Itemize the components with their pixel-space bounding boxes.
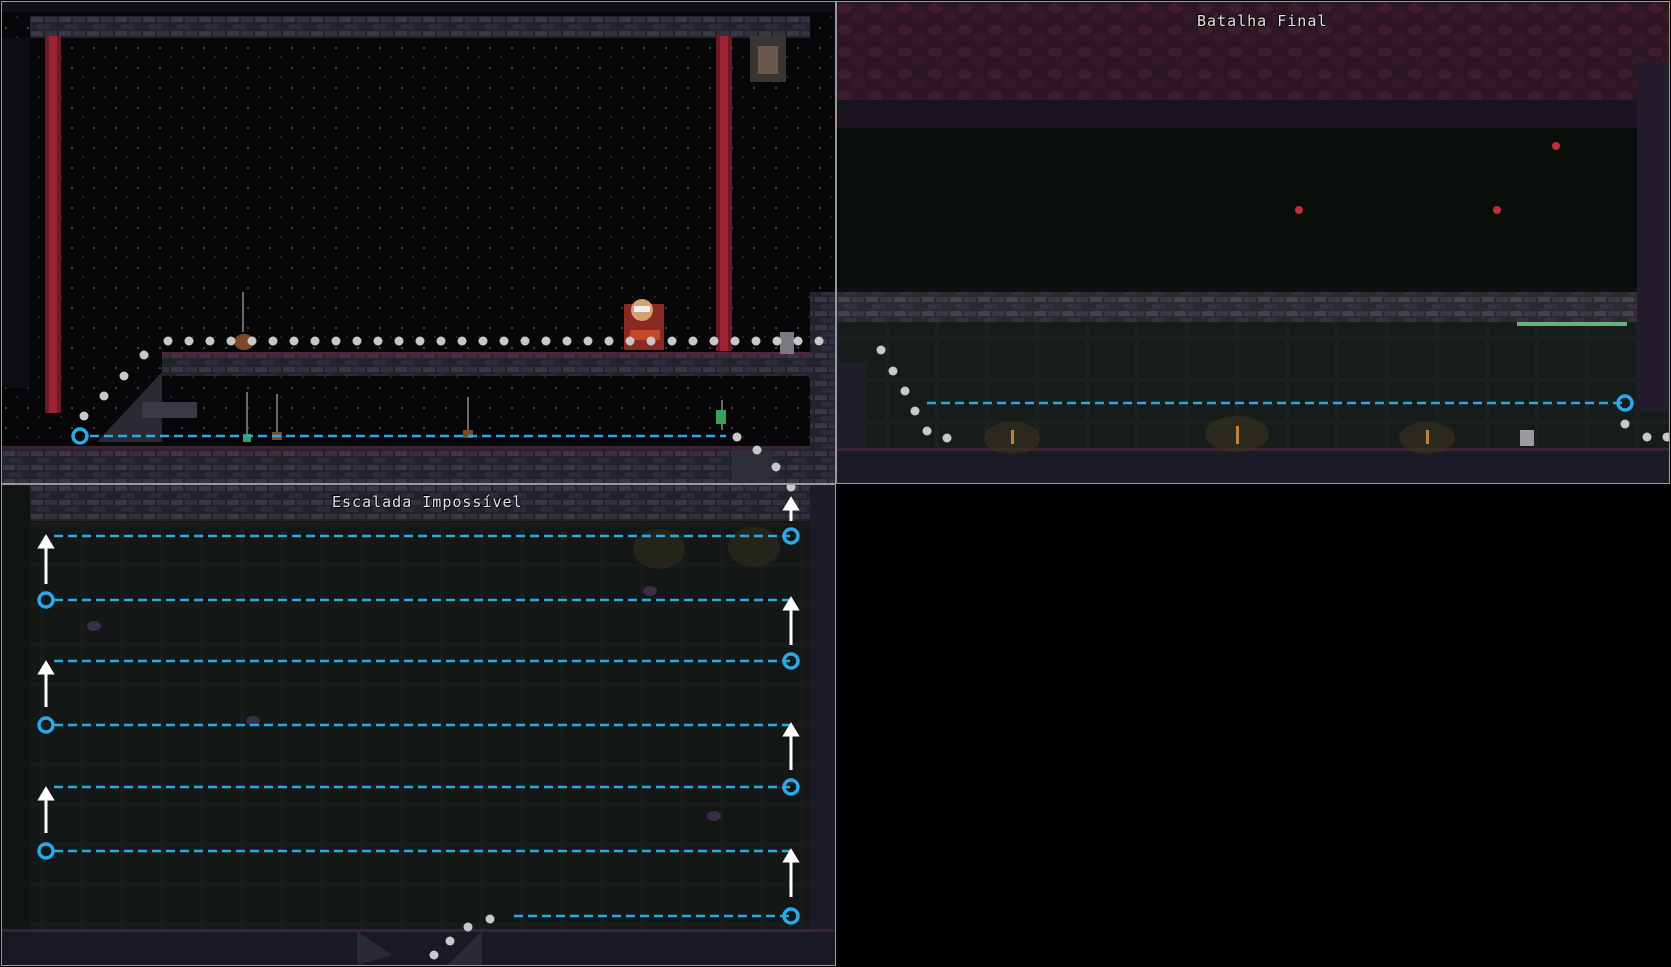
- enemy-marker: [1552, 142, 1560, 150]
- bat-icon: [643, 586, 657, 596]
- room-top-left: [1, 1, 836, 484]
- empty-area: [836, 484, 1671, 967]
- ceiling-bricks: [30, 16, 810, 38]
- room-title: Escalada Impossível: [332, 493, 523, 511]
- room-title: Batalha Final: [1197, 12, 1328, 30]
- lower-floor: [2, 448, 810, 483]
- room-top-left-map: [2, 2, 835, 483]
- room-batalha-final-map: [837, 2, 1669, 483]
- bat-icon: [707, 811, 721, 821]
- middle-brick-band: [837, 292, 1669, 322]
- room-escalada-impossivel: Escalada Impossível: [1, 484, 836, 966]
- upper-floor: [162, 354, 810, 376]
- room-batalha-final: Batalha Final: [836, 1, 1670, 484]
- bat-icon: [87, 621, 101, 631]
- room-escalada-impossivel-map: [2, 485, 835, 965]
